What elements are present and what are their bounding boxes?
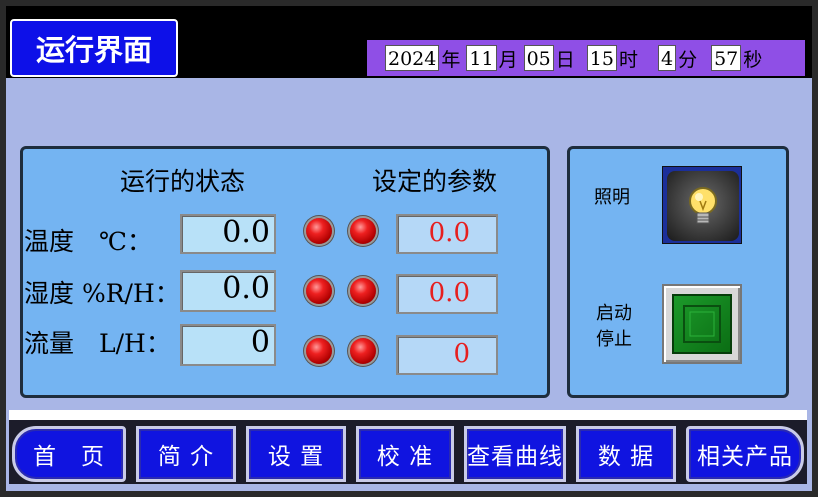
temperature-setpoint-input[interactable]: 0.0	[396, 214, 498, 254]
page-title: 运行界面	[10, 19, 178, 77]
nav-home-button[interactable]: 首 页	[12, 426, 126, 482]
minute-unit: 分	[678, 48, 698, 71]
hour-unit: 时	[618, 48, 638, 71]
month-value: 11	[466, 45, 497, 71]
flow-current-value: 0	[180, 324, 276, 366]
temperature-led-1	[306, 218, 332, 244]
humidity-current-value: 0.0	[180, 270, 276, 312]
humidity-label: 湿度 %R/H：	[24, 279, 180, 308]
temperature-led-2	[350, 218, 376, 244]
datetime-display: 2024 年 11 月 05 日 15 时 4 分 57 秒	[367, 40, 805, 76]
temperature-label: 温度 ℃：	[24, 227, 152, 256]
nav-settings-button[interactable]: 设 置	[246, 426, 346, 482]
second-unit: 秒	[743, 48, 763, 71]
start-stop-button[interactable]	[662, 284, 742, 364]
day-value: 05	[523, 45, 554, 71]
month-unit: 月	[498, 48, 518, 71]
start-label: 启动	[596, 303, 632, 324]
minute-value: 4	[657, 45, 677, 71]
divider	[9, 410, 807, 420]
nav-curves-button[interactable]: 查看曲线	[464, 426, 566, 482]
nav-intro-button[interactable]: 简 介	[136, 426, 236, 482]
lighting-label: 照明	[594, 187, 630, 208]
flow-setpoint-input[interactable]: 0	[396, 335, 498, 375]
nav-calibrate-button[interactable]: 校 准	[356, 426, 454, 482]
running-status-heading: 运行的状态	[120, 167, 246, 196]
lightbulb-icon	[667, 171, 739, 241]
flow-label: 流量 L/H：	[24, 329, 171, 358]
square-button-icon	[672, 294, 732, 354]
flow-led-1	[306, 338, 332, 364]
flow-led-2	[350, 338, 376, 364]
year-unit: 年	[441, 48, 461, 71]
humidity-led-2	[350, 278, 376, 304]
stop-label: 停止	[596, 329, 632, 350]
humidity-led-1	[306, 278, 332, 304]
temperature-current-value: 0.0	[180, 214, 276, 254]
second-value: 57	[711, 45, 742, 71]
day-unit: 日	[555, 48, 575, 71]
set-params-heading: 设定的参数	[372, 167, 498, 196]
humidity-setpoint-input[interactable]: 0.0	[396, 274, 498, 314]
lighting-button[interactable]	[662, 166, 742, 244]
nav-data-button[interactable]: 数 据	[576, 426, 676, 482]
year-value: 2024	[385, 45, 440, 71]
nav-products-button[interactable]: 相关产品	[686, 426, 804, 482]
hour-value: 15	[586, 45, 617, 71]
